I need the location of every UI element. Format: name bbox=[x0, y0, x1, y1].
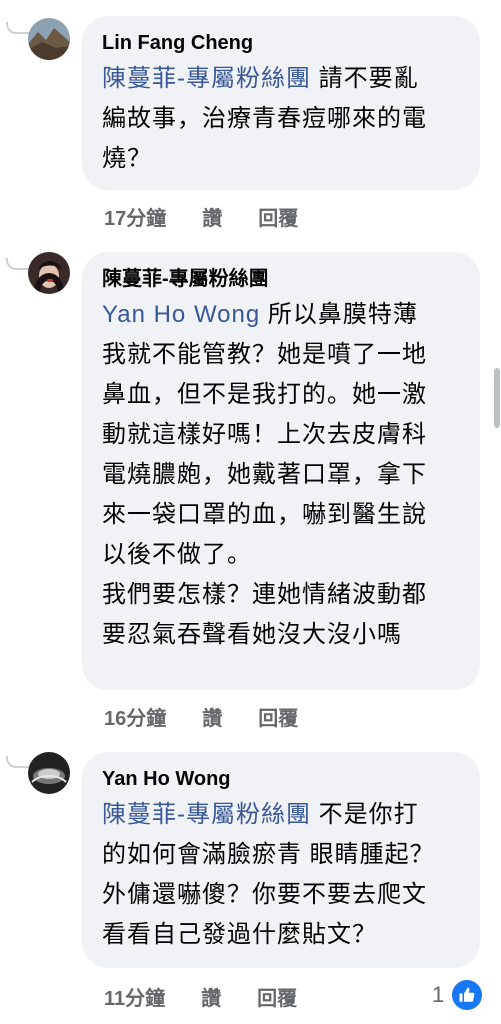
mention-link[interactable]: 陳蔓菲-專屬粉絲團 bbox=[102, 65, 311, 92]
comment-text: 陳蔓菲-專屬粉絲團 請不要亂 編故事，治療青春痘哪來的電 燒？ bbox=[102, 59, 460, 179]
comment-line: 要忍氣吞聲看她沒大沒小嗎 bbox=[102, 621, 402, 648]
comment-author[interactable]: 陳蔓菲-專屬粉絲團 bbox=[102, 267, 460, 291]
comment-text: 陳蔓菲-專屬粉絲團 不是你打 的如何會滿臉瘀青 眼睛腫起？ 外傭還嚇傻？你要不要… bbox=[102, 795, 460, 955]
like-button[interactable]: 讚 bbox=[201, 982, 221, 1011]
comment-line: 來一袋口罩的血，嚇到醫生說 bbox=[102, 501, 427, 528]
reaction-summary[interactable]: 1 bbox=[432, 978, 485, 1012]
comment-line: 以後不做了。 bbox=[102, 541, 252, 568]
like-button[interactable]: 讚 bbox=[202, 702, 222, 731]
avatar[interactable] bbox=[28, 18, 70, 60]
mention-link[interactable]: 陳蔓菲-專屬粉絲團 bbox=[102, 801, 311, 828]
comment-actions: 16分鐘 讚 回覆 bbox=[104, 702, 298, 730]
reply-button[interactable]: 回覆 bbox=[258, 702, 298, 731]
comment-line: 鼻血，但不是我打的。她一激 bbox=[102, 381, 427, 408]
comment-line: 我們要怎樣？連她情緒波動都 bbox=[102, 581, 427, 608]
comment-author[interactable]: Yan Ho Wong bbox=[102, 767, 460, 791]
comment-line: 所以鼻膜特薄 bbox=[267, 301, 418, 328]
comment-timestamp[interactable]: 16分鐘 bbox=[104, 702, 166, 731]
comment-line: 不是你打 bbox=[318, 801, 419, 828]
mention-link[interactable]: Yan Ho Wong bbox=[102, 301, 260, 328]
comment-author[interactable]: Lin Fang Cheng bbox=[102, 31, 460, 55]
comment-timestamp[interactable]: 11分鐘 bbox=[104, 982, 165, 1011]
comment-line: 的如何會滿臉瘀青 眼睛腫起？ bbox=[102, 841, 435, 868]
comment-line: 編故事，治療青春痘哪來的電 bbox=[102, 105, 427, 132]
avatar[interactable] bbox=[28, 252, 70, 294]
scrollbar[interactable] bbox=[494, 368, 500, 428]
comment-bubble: Yan Ho Wong 陳蔓菲-專屬粉絲團 不是你打 的如何會滿臉瘀青 眼睛腫起… bbox=[82, 752, 480, 968]
comment-line: 燒？ bbox=[102, 145, 152, 172]
comment-timestamp[interactable]: 17分鐘 bbox=[104, 202, 166, 231]
comment-bubble: 陳蔓菲-專屬粉絲團 Yan Ho Wong 所以鼻膜特薄 我就不能管教？她是噴了… bbox=[82, 252, 480, 690]
comment-bubble: Lin Fang Cheng 陳蔓菲-專屬粉絲團 請不要亂 編故事，治療青春痘哪… bbox=[82, 16, 480, 190]
comment-line: 看看自己發過什麼貼文？ bbox=[102, 921, 377, 948]
comment-line: 電燒膿皰，她戴著口罩，拿下 bbox=[102, 461, 427, 488]
comment-actions: 11分鐘 讚 回覆 bbox=[104, 982, 297, 1010]
like-button[interactable]: 讚 bbox=[202, 202, 222, 231]
comment-text: Yan Ho Wong 所以鼻膜特薄 我就不能管教？她是噴了一地 鼻血，但不是我… bbox=[102, 295, 460, 655]
thread-connector bbox=[6, 756, 30, 768]
comment-actions: 17分鐘 讚 回覆 bbox=[104, 202, 298, 230]
comment-line: 動就這樣好嗎！上次去皮膚科 bbox=[102, 421, 427, 448]
comment-line: 請不要亂 bbox=[318, 65, 419, 92]
reply-button[interactable]: 回覆 bbox=[257, 982, 297, 1011]
reaction-count: 1 bbox=[432, 982, 445, 1007]
thread-connector bbox=[6, 22, 30, 34]
thread-connector bbox=[6, 258, 30, 270]
reply-button[interactable]: 回覆 bbox=[258, 202, 298, 231]
comment-line: 外傭還嚇傻？你要不要去爬文 bbox=[102, 881, 427, 908]
comment-line: 我就不能管教？她是噴了一地 bbox=[102, 341, 427, 368]
like-icon bbox=[450, 978, 485, 1012]
avatar[interactable] bbox=[28, 752, 70, 794]
